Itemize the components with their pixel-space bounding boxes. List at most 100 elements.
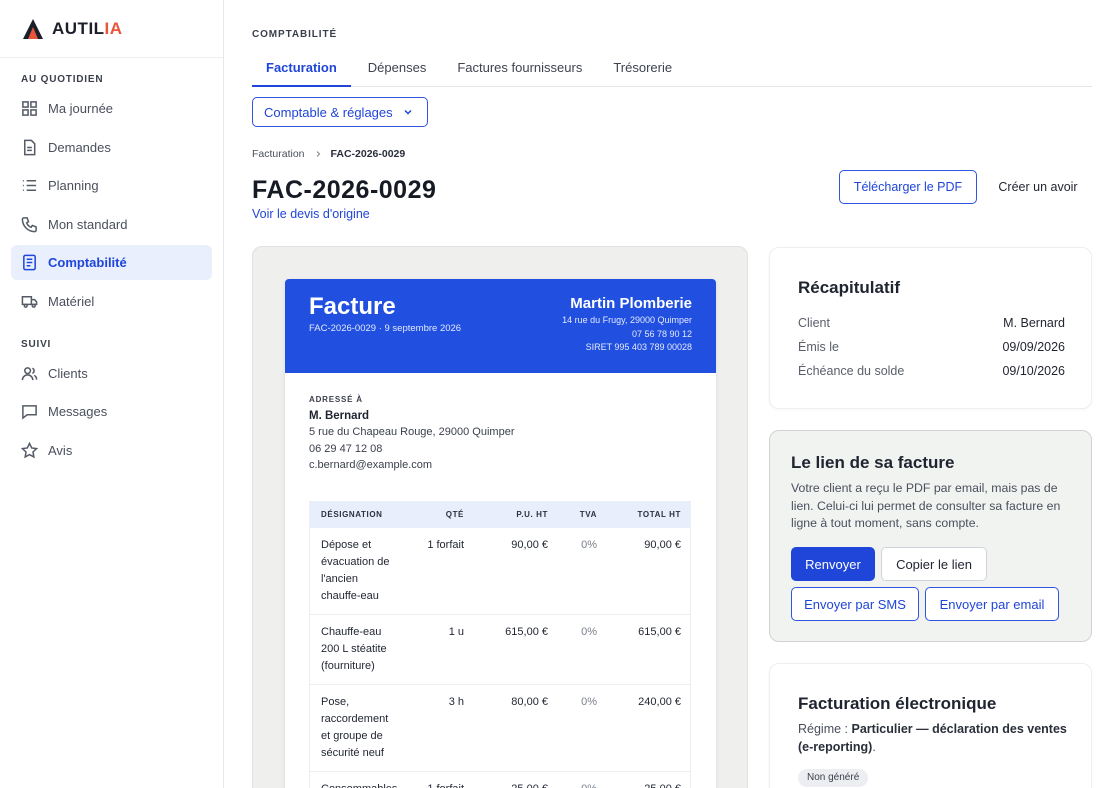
invoice-header: Facture FAC-2026-0029 · 9 septembre 2026… [285, 279, 716, 373]
e-invoicing-card: Facturation électronique Régime : Partic… [769, 663, 1092, 788]
e-invoicing-regime: Régime : Particulier — déclaration des v… [798, 722, 1067, 754]
tab-facturation[interactable]: Facturation [252, 50, 351, 87]
tab-tresorerie[interactable]: Trésorerie [599, 50, 686, 87]
sidebar-item-planning[interactable]: Planning [11, 168, 212, 203]
copy-link-button[interactable]: Copier le lien [881, 547, 987, 581]
client-phone: 06 29 47 12 08 [309, 442, 383, 455]
resend-button[interactable]: Renvoyer [791, 547, 875, 581]
company-block: Martin Plomberie 14 rue du Frugy, 29000 … [562, 295, 692, 355]
tab-factures-fournisseurs[interactable]: Factures fournisseurs [443, 50, 596, 87]
recap-emis-label: Émis le [798, 340, 839, 354]
client-address: 5 rue du Chapeau Rouge, 29000 Quimper [309, 426, 515, 438]
brand-name: AUTILIA [52, 18, 123, 38]
recap-emis-row: Émis le 09/09/2026 [798, 340, 1065, 354]
client-email: c.bernard@example.com [309, 459, 433, 471]
col-designation: DÉSIGNATION [321, 510, 383, 519]
addressee-label: ADRESSÉ À [309, 395, 363, 404]
nav-section-title: SUIVI [21, 338, 52, 350]
sidebar-item-mon-standard[interactable]: Mon standard [11, 207, 212, 242]
comptable-settings-dropdown[interactable]: Comptable & réglages [252, 97, 428, 127]
company-address: 14 rue du Frugy, 29000 Quimper [562, 315, 692, 325]
cell-total: 615,00 € [638, 626, 681, 638]
table-row: Consommables 1 forfait 25,00 € 0% 25,00 … [310, 772, 690, 788]
dropdown-label: Comptable & réglages [264, 104, 393, 120]
grid-icon [22, 101, 37, 116]
addressee-block: ADRESSÉ À M. Bernard 5 rue du Chapeau Ro… [309, 395, 514, 474]
sidebar-item-avis[interactable]: Avis [11, 433, 212, 468]
recap-client-value: M. Bernard [1003, 316, 1065, 330]
cell-total: 240,00 € [638, 696, 681, 708]
download-pdf-button[interactable]: Télécharger le PDF [839, 170, 977, 204]
sidebar-item-ma-journee[interactable]: Ma journée [11, 91, 212, 126]
cell-unit: 615,00 € [505, 626, 548, 638]
recap-echeance-value: 09/10/2026 [1002, 364, 1065, 378]
create-credit-note-button[interactable]: Créer un avoir [988, 170, 1088, 204]
sidebar-item-demandes[interactable]: Demandes [11, 130, 212, 165]
sidebar-item-clients[interactable]: Clients [11, 356, 212, 391]
company-siret: SIRET 995 403 789 00028 [585, 342, 692, 352]
truck-icon [21, 295, 38, 308]
sidebar-item-messages[interactable]: Messages [11, 394, 212, 429]
sidebar-item-materiel[interactable]: Matériel [11, 284, 212, 319]
page-title: FAC-2026-0029 [252, 176, 437, 204]
invoice-title: Facture [309, 293, 396, 320]
brand-logo[interactable]: AUTILIA [0, 0, 223, 58]
tab-bar: Facturation Dépenses Factures fournisseu… [252, 50, 1092, 87]
recap-client-label: Client [798, 316, 830, 330]
section-eyebrow: COMPTABILITÉ [252, 29, 338, 40]
ledger-icon [23, 254, 36, 271]
link-card-description: Votre client a reçu le PDF par email, ma… [791, 481, 1061, 530]
tab-depenses[interactable]: Dépenses [354, 50, 441, 87]
cell-tva: 0% [548, 772, 597, 788]
document-icon [24, 139, 36, 155]
logo-icon [23, 18, 43, 39]
cell-unit: 90,00 € [511, 539, 548, 551]
sidebar-item-label: Avis [48, 442, 73, 458]
send-sms-button[interactable]: Envoyer par SMS [791, 587, 919, 621]
table-row: Chauffe-eau 200 L stéatite (fourniture) … [310, 615, 690, 685]
nav-section-title: AU QUOTIDIEN [21, 74, 104, 85]
company-phone: 07 56 78 90 12 [631, 328, 692, 339]
invoice-link-card: Le lien de sa facture Votre client a reç… [769, 430, 1092, 642]
sidebar-item-label: Ma journée [48, 101, 114, 116]
cell-qty: 1 forfait [427, 539, 464, 551]
sidebar-item-label: Mon standard [48, 216, 128, 232]
message-icon [22, 405, 37, 420]
status-badge: Non généré [798, 769, 869, 787]
e-invoicing-title: Facturation électronique [798, 694, 997, 713]
cell-designation: Pose, raccordement et groupe de sécurité… [321, 696, 389, 759]
col-unit-price: P.U. HT [516, 510, 548, 519]
recap-title: Récapitulatif [798, 278, 901, 297]
table-row: Dépose et évacuation de l'ancien chauffe… [310, 528, 690, 615]
link-card-title: Le lien de sa facture [791, 453, 955, 472]
cell-designation: Dépose et évacuation de l'ancien chauffe… [321, 539, 390, 602]
cell-tva: 0% [581, 626, 597, 638]
send-email-button[interactable]: Envoyer par email [925, 587, 1059, 621]
cell-unit: 25,00 € [464, 772, 548, 788]
cell-designation: Consommables [310, 772, 400, 788]
sidebar-item-label: Comptabilité [48, 255, 127, 270]
table-row: Pose, raccordement et groupe de sécurité… [310, 685, 690, 772]
cell-unit: 80,00 € [511, 696, 548, 708]
star-icon [21, 441, 38, 458]
chevron-right-icon [316, 151, 320, 157]
users-icon [21, 366, 38, 380]
invoice-subtitle: FAC-2026-0029 · 9 septembre 2026 [309, 323, 462, 334]
sidebar-item-label: Matériel [48, 293, 95, 309]
cell-total: 90,00 € [644, 539, 681, 551]
sidebar: AUTILIA AU QUOTIDIEN Ma journée Demandes… [0, 0, 224, 788]
cell-tva: 0% [581, 539, 597, 551]
invoice-preview: Facture FAC-2026-0029 · 9 septembre 2026… [252, 246, 748, 788]
breadcrumb-parent[interactable]: Facturation [252, 148, 305, 160]
recap-echeance-label: Échéance du solde [798, 364, 905, 378]
main-content: COMPTABILITÉ Facturation Dépenses Factur… [224, 0, 1120, 788]
cell-designation: Chauffe-eau 200 L stéatite (fourniture) [321, 626, 387, 672]
origin-quote-link[interactable]: Voir le devis d'origine [252, 207, 370, 221]
sidebar-item-label: Clients [48, 365, 88, 381]
sidebar-item-comptabilite[interactable]: Comptabilité [11, 245, 212, 280]
col-tva: TVA [579, 510, 597, 519]
cell-total: 25,00 € [597, 772, 681, 788]
col-total: TOTAL HT [637, 510, 681, 519]
phone-icon [21, 216, 37, 232]
client-name: M. Bernard [309, 410, 370, 422]
